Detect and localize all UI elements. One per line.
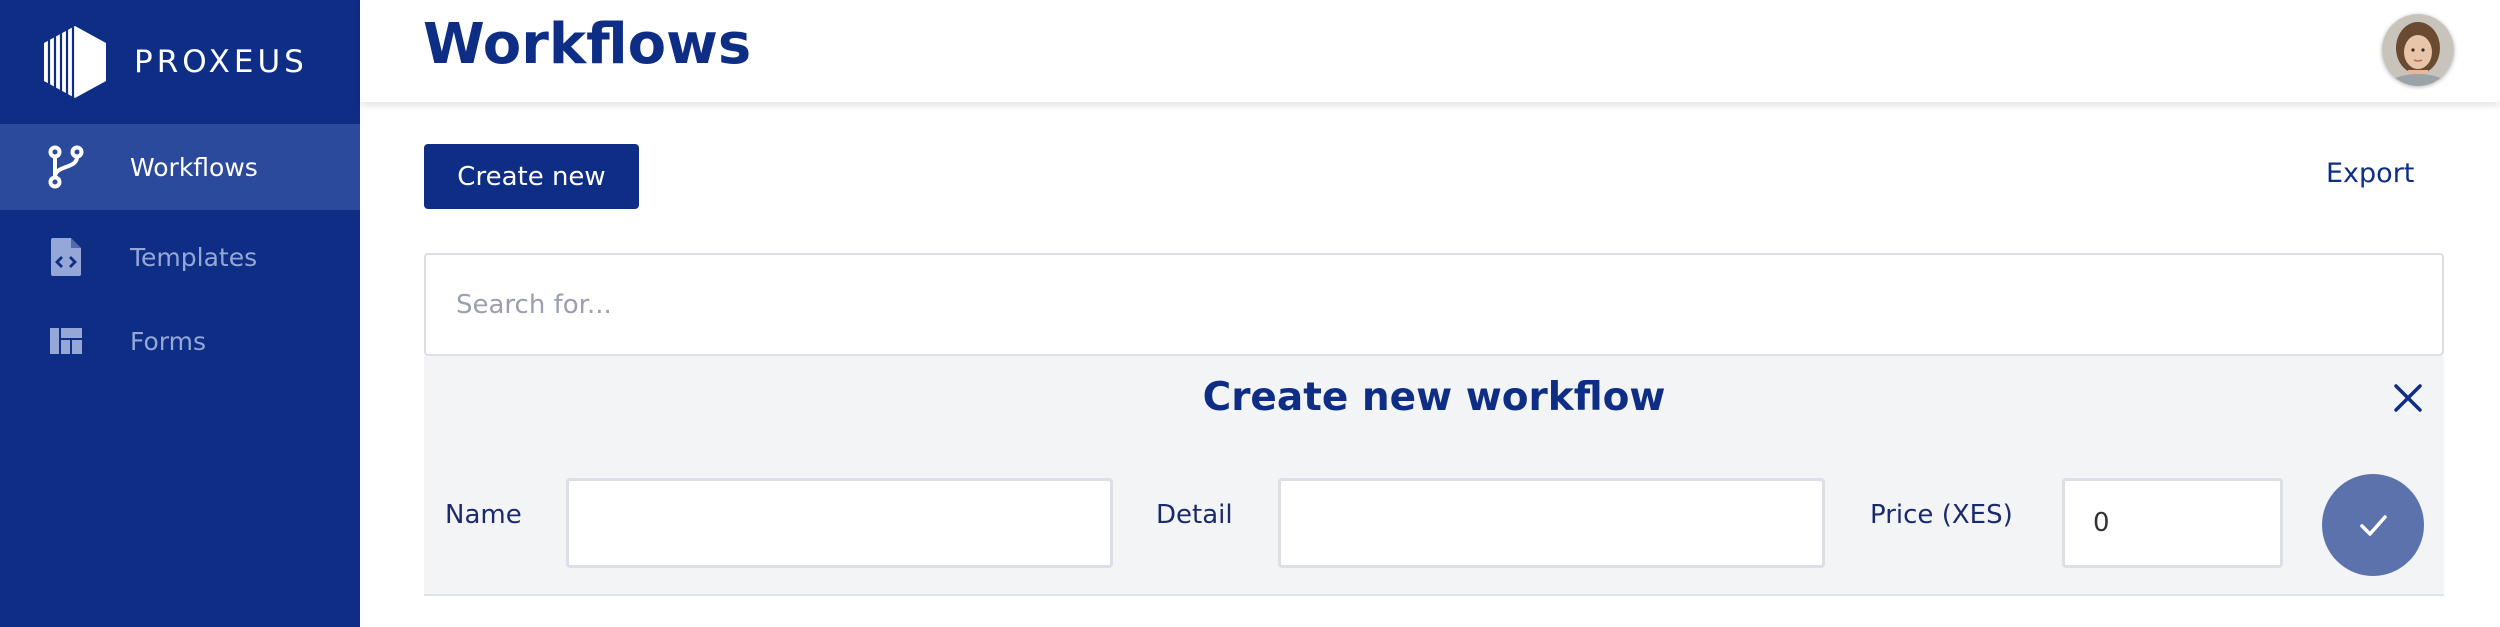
brand-name: PROXEUS xyxy=(134,44,308,80)
sidebar-item-label: Workflows xyxy=(130,152,258,182)
proxeus-logo-icon xyxy=(44,26,106,98)
avatar[interactable] xyxy=(2382,14,2454,86)
detail-field[interactable] xyxy=(1278,478,1825,568)
sidebar-item-templates[interactable]: Templates xyxy=(0,214,360,300)
workflow-branch-icon xyxy=(46,145,86,189)
confirm-button[interactable] xyxy=(2322,474,2424,576)
sidebar-item-label: Templates xyxy=(130,242,258,272)
sidebar-item-forms[interactable]: Forms xyxy=(0,298,360,384)
checkmark-icon xyxy=(2360,515,2387,536)
page-header: Workflows xyxy=(360,0,2500,102)
name-field[interactable] xyxy=(566,478,1113,568)
code-file-icon xyxy=(46,235,86,279)
price-field[interactable] xyxy=(2062,478,2283,568)
export-link[interactable]: Export xyxy=(2326,158,2414,189)
detail-label: Detail xyxy=(1156,500,1233,530)
create-new-button[interactable]: Create new xyxy=(424,144,639,209)
sidebar: PROXEUS Workflows Templates Forms xyxy=(0,0,360,627)
panel-title: Create new workflow xyxy=(1202,375,1666,420)
name-label: Name xyxy=(445,500,522,530)
sidebar-item-workflows[interactable]: Workflows xyxy=(0,124,360,210)
page-title: Workflows xyxy=(423,12,752,77)
price-label: Price (XES) xyxy=(1870,500,2013,530)
create-workflow-panel: Create new workflow Name Detail Price (X… xyxy=(424,356,2444,596)
close-icon[interactable] xyxy=(2390,380,2426,416)
sidebar-item-label: Forms xyxy=(130,326,207,356)
search-input[interactable] xyxy=(424,253,2444,356)
brand[interactable]: PROXEUS xyxy=(40,22,308,102)
form-layout-icon xyxy=(46,319,86,363)
